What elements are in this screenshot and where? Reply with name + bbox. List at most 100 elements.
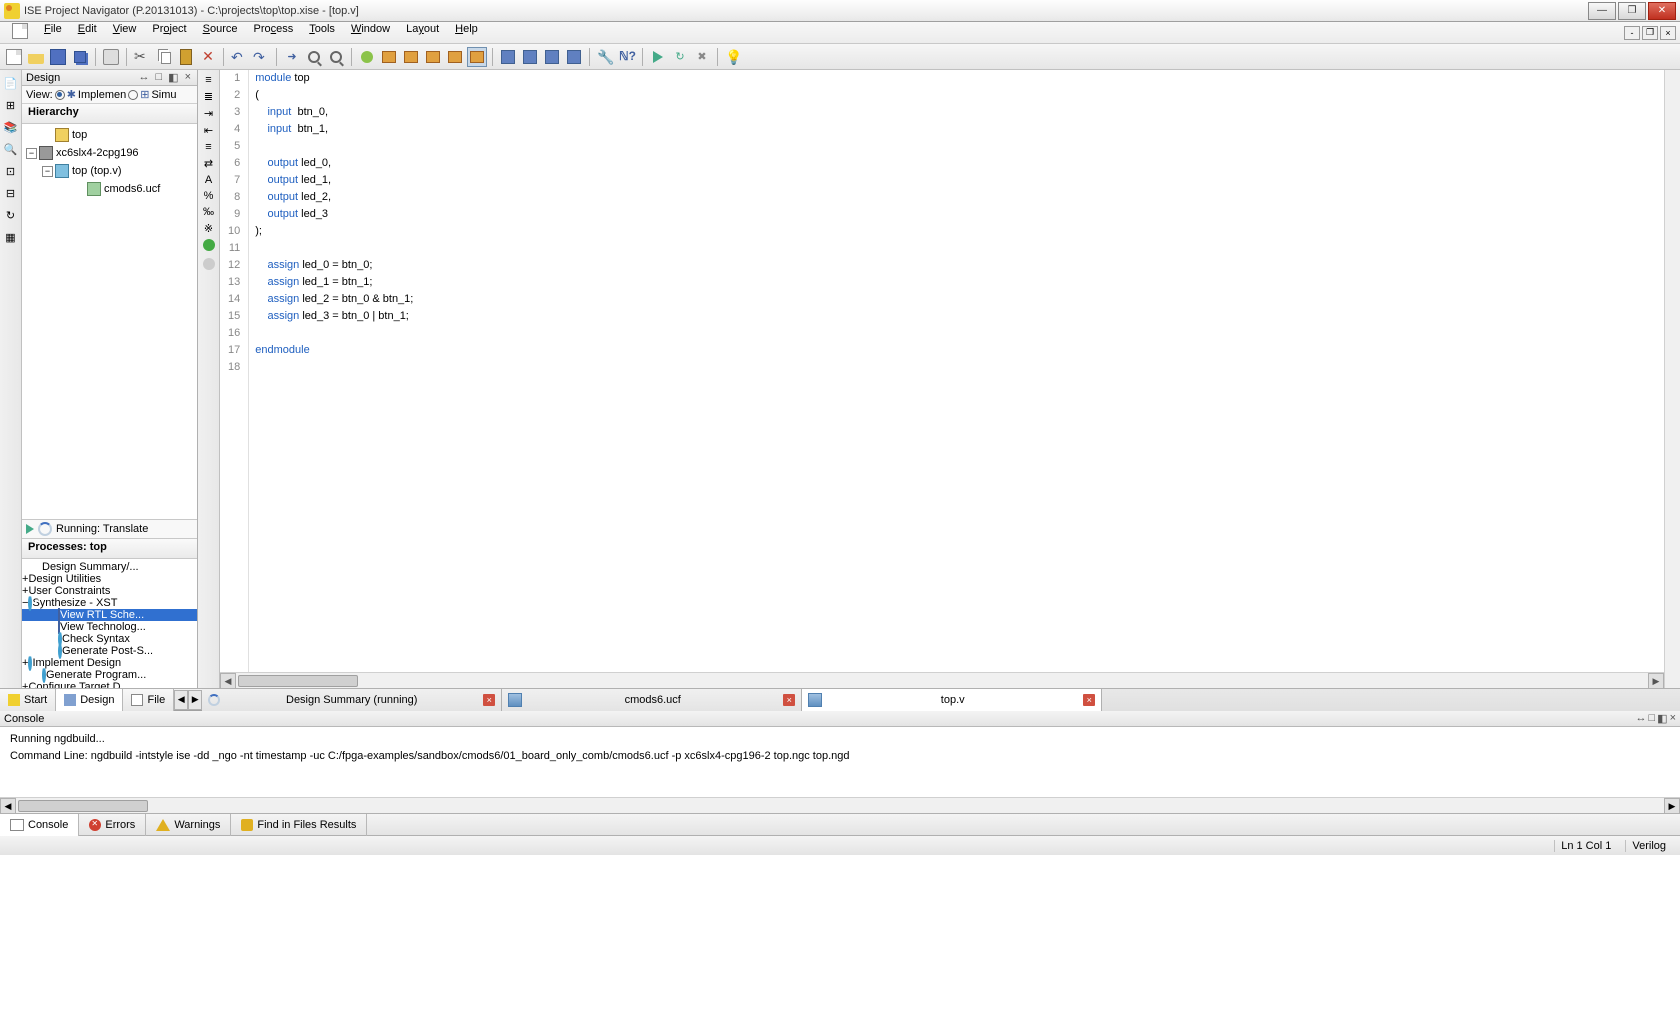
- launch-coregen-button[interactable]: [423, 47, 443, 67]
- editor-btn-back[interactable]: [203, 239, 215, 254]
- hierarchy-ucf[interactable]: cmods6.ucf: [22, 180, 197, 198]
- radio-implementation[interactable]: [55, 90, 65, 100]
- doc-tab-ucf[interactable]: cmods6.ucf ×: [502, 689, 802, 711]
- proc-synthesize[interactable]: −Synthesize - XST: [22, 597, 197, 609]
- mdi-close-button[interactable]: ×: [1660, 26, 1676, 40]
- close-button[interactable]: ✕: [1648, 2, 1676, 20]
- find-button[interactable]: [304, 47, 324, 67]
- launch-fpga-editor-button[interactable]: [467, 47, 487, 67]
- proc-view-tech[interactable]: View Technolog...: [22, 621, 197, 633]
- gutter-btn-find[interactable]: 🔍: [2, 140, 20, 158]
- close-doc-button[interactable]: [564, 47, 584, 67]
- panel-float-button[interactable]: ↔: [137, 71, 152, 84]
- console-tab-find[interactable]: Find in Files Results: [231, 814, 367, 836]
- tab-files[interactable]: File: [123, 689, 174, 711]
- save-button[interactable]: [48, 47, 68, 67]
- stop-button[interactable]: ✖: [692, 47, 712, 67]
- close-tab-button[interactable]: ×: [483, 694, 495, 706]
- tile-h-button[interactable]: [498, 47, 518, 67]
- panel-dock-button[interactable]: □: [154, 71, 165, 84]
- launch-impact-button[interactable]: [379, 47, 399, 67]
- menu-process[interactable]: Process: [246, 21, 302, 44]
- gutter-btn-refresh[interactable]: ↻: [2, 206, 20, 224]
- open-button[interactable]: [26, 47, 46, 67]
- panel-pin-button[interactable]: ◧: [166, 71, 180, 84]
- print-button[interactable]: [101, 47, 121, 67]
- undo-button[interactable]: ↶: [229, 47, 249, 67]
- mdi-minimize-button[interactable]: -: [1624, 26, 1640, 40]
- gutter-btn-snapshot[interactable]: ⊞: [2, 96, 20, 114]
- menu-view[interactable]: View: [105, 21, 145, 44]
- scroll-left-button[interactable]: ◀: [220, 673, 236, 688]
- proc-gen-prog[interactable]: Generate Program...: [22, 669, 197, 681]
- editor-btn-7[interactable]: A: [205, 174, 212, 186]
- tab-design[interactable]: Design: [56, 689, 123, 711]
- menu-tools[interactable]: Tools: [301, 21, 343, 44]
- gutter-btn-collapse[interactable]: ⊟: [2, 184, 20, 202]
- editor-btn-5[interactable]: ≡: [205, 141, 211, 153]
- doc-tab-top[interactable]: top.v ×: [802, 689, 1102, 711]
- menu-edit[interactable]: Edit: [70, 21, 105, 44]
- console-hscrollbar[interactable]: ◀ ▶: [0, 797, 1680, 813]
- code-editor[interactable]: 123456789101112131415161718 module top( …: [220, 70, 1664, 688]
- cascade-button[interactable]: [542, 47, 562, 67]
- gutter-btn-sources[interactable]: 📄: [2, 74, 20, 92]
- proc-implement[interactable]: +Implement Design: [22, 657, 197, 669]
- run-button[interactable]: [648, 47, 668, 67]
- scroll-thumb[interactable]: [238, 675, 358, 687]
- editor-btn-9[interactable]: ‰: [203, 206, 214, 218]
- hierarchy-device[interactable]: −xc6slx4-2cpg196: [22, 144, 197, 162]
- editor-hscrollbar[interactable]: ◀ ▶: [220, 672, 1664, 688]
- scroll-right-button[interactable]: ▶: [1664, 798, 1680, 814]
- editor-btn-fwd[interactable]: [203, 258, 215, 273]
- console-output[interactable]: Running ngdbuild... Command Line: ngdbui…: [0, 727, 1680, 797]
- goto-button[interactable]: ➜: [282, 47, 302, 67]
- proc-summary[interactable]: Design Summary/...: [22, 561, 197, 573]
- editor-btn-6[interactable]: ⇄: [204, 157, 213, 170]
- proc-utilities[interactable]: +Design Utilities: [22, 573, 197, 585]
- editor-btn-1[interactable]: ≡: [205, 74, 211, 86]
- settings-button[interactable]: 🔧: [595, 47, 615, 67]
- new-button[interactable]: [4, 47, 24, 67]
- editor-btn-10[interactable]: ※: [204, 222, 213, 235]
- tabs-scroll-left[interactable]: ◀: [174, 690, 188, 710]
- close-tab-button[interactable]: ×: [1083, 694, 1095, 706]
- hierarchy-module[interactable]: −top (top.v): [22, 162, 197, 180]
- menu-file-icon[interactable]: [4, 21, 36, 44]
- code-content[interactable]: module top( input btn_0, input btn_1, ou…: [249, 70, 419, 672]
- gutter-btn-lib[interactable]: 📚: [2, 118, 20, 136]
- menu-file[interactable]: File: [36, 21, 70, 44]
- menu-project[interactable]: Project: [144, 21, 194, 44]
- launch-planahead-button[interactable]: [445, 47, 465, 67]
- minimize-button[interactable]: —: [1588, 2, 1616, 20]
- mdi-restore-button[interactable]: ❐: [1642, 26, 1658, 40]
- paste-button[interactable]: [176, 47, 196, 67]
- find-replace-button[interactable]: [326, 47, 346, 67]
- editor-btn-2[interactable]: ≣: [204, 90, 213, 103]
- tabs-scroll-right[interactable]: ▶: [188, 690, 202, 710]
- menu-source[interactable]: Source: [195, 21, 246, 44]
- menu-window[interactable]: Window: [343, 21, 398, 44]
- proc-constraints[interactable]: +User Constraints: [22, 585, 197, 597]
- copy-button[interactable]: [154, 47, 174, 67]
- console-tab-warnings[interactable]: Warnings: [146, 814, 231, 836]
- console-tab-errors[interactable]: Errors: [79, 814, 146, 836]
- console-pin-button[interactable]: ◧: [1657, 712, 1667, 725]
- radio-simulation[interactable]: [128, 90, 138, 100]
- console-tab-console[interactable]: Console: [0, 814, 79, 836]
- menu-help[interactable]: Help: [447, 21, 486, 44]
- editor-btn-4[interactable]: ⇤: [204, 124, 213, 137]
- scroll-left-button[interactable]: ◀: [0, 798, 16, 814]
- proc-gen-post[interactable]: Generate Post-S...: [22, 645, 197, 657]
- tips-button[interactable]: 💡: [723, 47, 743, 67]
- editor-vscrollbar[interactable]: [1664, 70, 1680, 688]
- console-close-button[interactable]: ×: [1670, 712, 1676, 725]
- tab-start[interactable]: Start: [0, 689, 56, 711]
- launch-chipscope-button[interactable]: [401, 47, 421, 67]
- saveall-button[interactable]: [70, 47, 90, 67]
- gutter-btn-layout[interactable]: ▦: [2, 228, 20, 246]
- help-button[interactable]: ℕ?: [617, 47, 637, 67]
- delete-button[interactable]: ✕: [198, 47, 218, 67]
- tile-v-button[interactable]: [520, 47, 540, 67]
- close-tab-button[interactable]: ×: [783, 694, 795, 706]
